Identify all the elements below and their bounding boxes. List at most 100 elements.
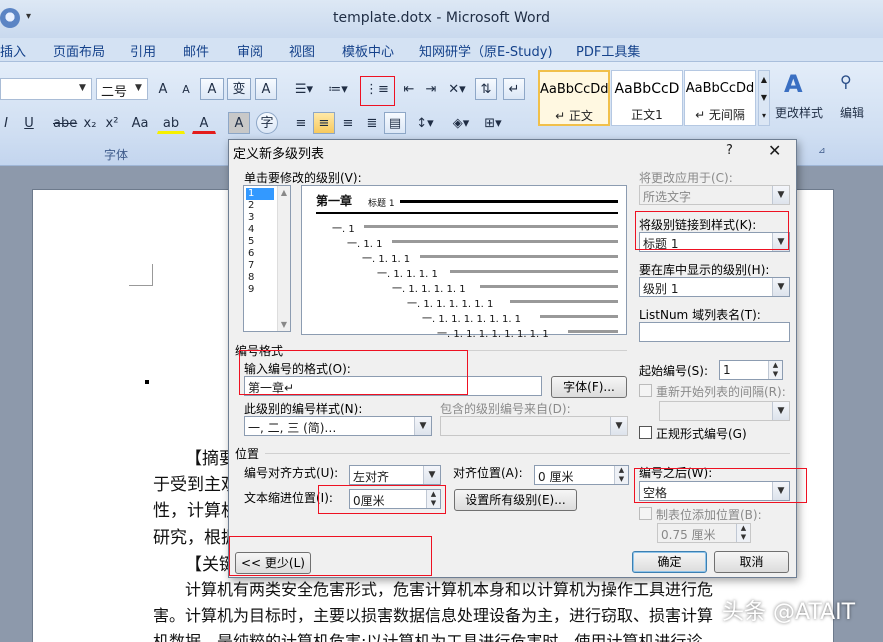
- spinner-icon[interactable]: ▲ ▼: [614, 466, 628, 484]
- style-name: ↵ 正文: [555, 109, 593, 123]
- aligned-at-input[interactable]: 0 厘米 ▲ ▼: [534, 465, 629, 485]
- chevron-down-icon: ▼: [772, 278, 789, 296]
- chevron-down-icon: ▼: [772, 402, 789, 420]
- shrink-font-button[interactable]: A: [176, 78, 196, 100]
- tab-insert[interactable]: 插入: [0, 41, 26, 60]
- listnum-input[interactable]: [639, 322, 790, 342]
- preview-row: 一. 1. 1. 1: [362, 254, 411, 265]
- level-list-scrollbar[interactable]: ▲ ▼: [277, 186, 290, 331]
- set-all-levels-button[interactable]: 设置所有级别(E)...: [454, 489, 577, 511]
- font-size-box[interactable]: 二号 ▼: [96, 78, 148, 100]
- chinese-layout-icon[interactable]: ✕▾: [445, 78, 469, 100]
- level-item-3[interactable]: 3: [246, 212, 274, 224]
- level-item-7[interactable]: 7: [246, 260, 274, 272]
- bullets-icon[interactable]: ☰▾: [290, 78, 318, 100]
- enclose-character-button[interactable]: 字: [256, 112, 278, 134]
- style-no-spacing[interactable]: AaBbCcDd ↵ 无间隔: [684, 70, 756, 126]
- level-list[interactable]: 1 2 3 4 5 6 7 8 9 ▲ ▼: [243, 185, 291, 332]
- preview-line: [480, 285, 618, 288]
- chevron-down-icon: ▼: [772, 186, 789, 204]
- character-shading-button[interactable]: A: [228, 112, 250, 134]
- ok-button[interactable]: 确定: [632, 551, 707, 573]
- spinner-icon[interactable]: ▲ ▼: [768, 361, 782, 379]
- distributed-icon[interactable]: ▤: [384, 112, 406, 134]
- borders-icon[interactable]: ⊞▾: [480, 112, 506, 134]
- decrease-indent-icon[interactable]: ⇤: [398, 78, 420, 100]
- restart-label: 重新开始列表的间隔(R):: [656, 385, 786, 399]
- level-item-6[interactable]: 6: [246, 248, 274, 260]
- tab-template-center[interactable]: 模板中心: [342, 41, 394, 60]
- number-style-label: 此级别的编号样式(N):: [244, 402, 363, 416]
- legal-style-label: 正规形式编号(G): [656, 427, 747, 441]
- font-button[interactable]: 字体(F)...: [551, 376, 627, 398]
- highlight-button[interactable]: ab: [157, 112, 185, 134]
- underline-button[interactable]: U: [18, 112, 40, 134]
- justify-icon[interactable]: ≣: [361, 112, 383, 134]
- align-center-icon[interactable]: ≡: [313, 112, 335, 134]
- chevron-down-icon: ▼: [414, 417, 431, 435]
- paragraph-bullet-mark: [145, 380, 149, 384]
- increase-indent-icon[interactable]: ⇥: [420, 78, 442, 100]
- gallery-level-value: 级别 1: [643, 282, 679, 296]
- style-normal1[interactable]: AaBbCcD 正文1: [611, 70, 683, 126]
- grow-font-button[interactable]: A: [153, 78, 173, 100]
- italic-button[interactable]: I: [0, 112, 12, 134]
- change-case-button[interactable]: Aa: [126, 112, 154, 134]
- chevron-down-icon: ▼: [610, 417, 627, 435]
- listnum-label: ListNum 域列表名(T):: [639, 308, 761, 322]
- superscript-button[interactable]: x²: [102, 112, 122, 134]
- strikethrough-button[interactable]: abe: [52, 112, 78, 134]
- level-item-1[interactable]: 1: [246, 188, 274, 200]
- numbering-icon[interactable]: ≔▾: [323, 78, 353, 100]
- aligned-at-label: 对齐位置(A):: [453, 466, 523, 480]
- level-item-8[interactable]: 8: [246, 272, 274, 284]
- start-at-label: 起始编号(S):: [639, 364, 709, 378]
- change-styles-label[interactable]: 更改样式: [775, 104, 823, 121]
- tab-page-layout[interactable]: 页面布局: [53, 41, 105, 60]
- tab-references[interactable]: 引用: [130, 41, 156, 60]
- editing-label[interactable]: 编辑: [840, 104, 864, 121]
- legal-style-checkbox[interactable]: [639, 426, 652, 439]
- show-marks-icon[interactable]: ↵: [503, 78, 525, 100]
- line-spacing-icon[interactable]: ↕▾: [410, 112, 440, 134]
- sort-icon[interactable]: ⇅: [475, 78, 497, 100]
- clear-format-button[interactable]: A: [200, 78, 224, 100]
- start-at-input[interactable]: 1 ▲ ▼: [719, 360, 783, 380]
- tab-mailings[interactable]: 邮件: [183, 41, 209, 60]
- tab-pdf-tools[interactable]: PDF工具集: [576, 41, 640, 60]
- subscript-button[interactable]: x₂: [80, 112, 100, 134]
- tab-cnki-study[interactable]: 知网研学（原E-Study): [419, 41, 553, 60]
- align-left-icon[interactable]: ≡: [290, 112, 312, 134]
- close-icon[interactable]: ✕: [768, 141, 781, 160]
- cancel-button[interactable]: 取消: [714, 551, 789, 573]
- style-normal[interactable]: AaBbCcDd ↵ 正文: [538, 70, 610, 126]
- title-bar: ▾ template.dotx - Microsoft Word: [0, 0, 883, 38]
- binoculars-icon[interactable]: ⚲: [840, 72, 852, 91]
- character-border-button[interactable]: A: [255, 78, 277, 100]
- include-level-label: 包含的级别编号来自(D):: [440, 402, 571, 416]
- change-styles-icon[interactable]: A: [784, 70, 803, 98]
- styles-launcher-icon[interactable]: ⊿: [818, 146, 826, 156]
- style-sample: AaBbCcD: [614, 81, 680, 97]
- number-style-dropdown[interactable]: 一, 二, 三 (简)… ▼: [244, 416, 432, 436]
- apply-to-dropdown: 所选文字 ▼: [639, 185, 790, 205]
- styles-scroll[interactable]: ▲ ▼ ▾: [758, 70, 770, 126]
- gallery-level-dropdown[interactable]: 级别 1 ▼: [639, 277, 790, 297]
- help-icon[interactable]: ?: [726, 143, 733, 158]
- level-item-5[interactable]: 5: [246, 236, 274, 248]
- tab-review[interactable]: 审阅: [237, 41, 263, 60]
- alignment-dropdown[interactable]: 左对齐 ▼: [349, 465, 441, 485]
- preview-row: 一. 1. 1. 1. 1. 1. 1. 1. 1: [437, 329, 549, 340]
- font-color-button[interactable]: A: [192, 112, 216, 134]
- phonetic-guide-button[interactable]: 变: [227, 78, 251, 100]
- align-right-icon[interactable]: ≡: [337, 112, 359, 134]
- shading-icon[interactable]: ◈▾: [446, 112, 476, 134]
- watermark: 头条 @ATAIT: [722, 600, 856, 625]
- position-section: 位置: [235, 447, 260, 461]
- tab-view[interactable]: 视图: [289, 41, 315, 60]
- level-item-2[interactable]: 2: [246, 200, 274, 212]
- follow-number-highlight: [634, 468, 807, 503]
- level-item-9[interactable]: 9: [246, 284, 274, 296]
- font-name-box[interactable]: ▼: [0, 78, 92, 100]
- level-item-4[interactable]: 4: [246, 224, 274, 236]
